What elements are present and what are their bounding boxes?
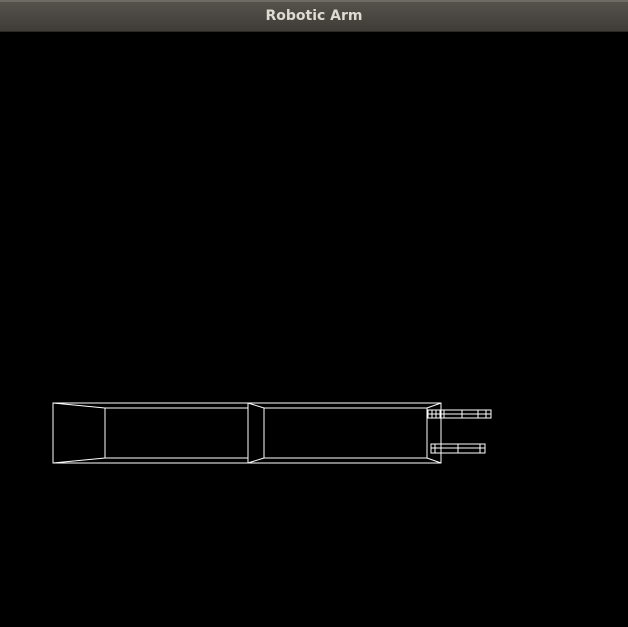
base-segment-outline [52, 402, 249, 464]
gripper-finger-upper [427, 409, 492, 419]
upper-arm-bevel-bottom [426, 457, 442, 464]
elbow-bottom [247, 457, 265, 464]
base-taper-top [52, 402, 106, 409]
upper-arm-bevel-top [426, 402, 442, 409]
gripper-finger-lower [430, 443, 486, 454]
upper-arm-segment [247, 402, 442, 464]
window-title: Robotic Arm [265, 8, 363, 24]
elbow-top [247, 402, 265, 409]
wireframe-scene [52, 402, 492, 464]
robotic-arm-model [52, 402, 492, 464]
title-bar[interactable]: Robotic Arm [0, 0, 628, 32]
elbow-joint [247, 402, 265, 464]
base-segment [52, 402, 249, 464]
application-window: Robotic Arm [0, 0, 628, 627]
base-taper-bottom [52, 457, 106, 464]
upper-arm-outline [247, 402, 442, 464]
3d-viewport[interactable] [0, 32, 628, 627]
